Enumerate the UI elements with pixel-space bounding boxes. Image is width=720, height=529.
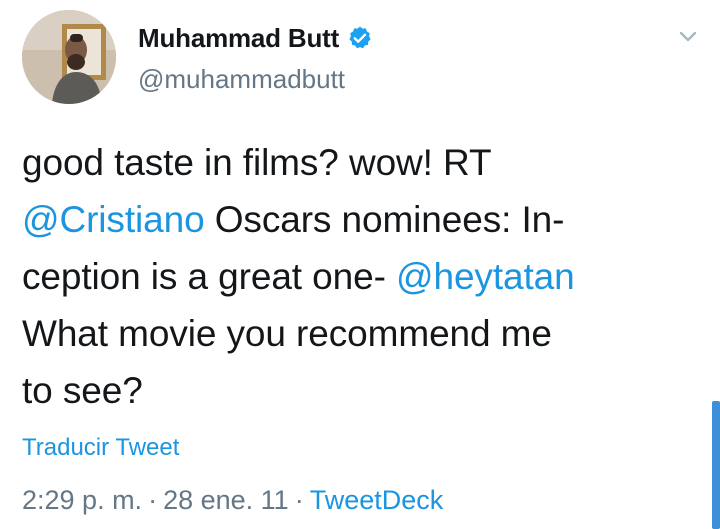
chevron-down-icon[interactable]	[675, 27, 701, 47]
tweet-text-segment: What movie you recommend me	[22, 313, 552, 354]
tweet-time[interactable]: 2:29 p. m.	[22, 485, 142, 515]
tweet-meta: 2:29 p. m. · 28 ene. 11 · TweetDeck	[22, 485, 443, 516]
tweet-text-segment: to see?	[22, 370, 143, 411]
tweet-card: Muhammad Butt @muhammadbutt good taste i…	[0, 0, 720, 529]
name-row: Muhammad Butt	[138, 20, 373, 56]
meta-separator: ·	[294, 485, 304, 515]
display-name[interactable]: Muhammad Butt	[138, 23, 339, 54]
tweet-line: to see?	[22, 362, 702, 419]
tweet-text-segment: good taste in films? wow! RT	[22, 142, 492, 183]
tweet-text-segment: ception is a great one-	[22, 256, 396, 297]
tweet-text-segment: Oscars nominees: In-	[204, 199, 565, 240]
tweet-source-link[interactable]: TweetDeck	[310, 485, 444, 515]
scrollbar-thumb[interactable]	[712, 401, 720, 529]
avatar[interactable]	[22, 10, 116, 104]
tweet-line: @Cristiano Oscars nominees: In-	[22, 191, 702, 248]
translate-tweet-link[interactable]: Traducir Tweet	[22, 434, 179, 462]
meta-separator: ·	[148, 485, 158, 515]
user-handle[interactable]: @muhammadbutt	[138, 64, 345, 95]
tweet-line: What movie you recommend me	[22, 305, 702, 362]
tweet-line: ception is a great one- @heytatan	[22, 248, 702, 305]
tweet-date[interactable]: 28 ene. 11	[163, 485, 289, 515]
tweet-line: good taste in films? wow! RT	[22, 134, 702, 191]
tweet-text: good taste in films? wow! RT @Cristiano …	[22, 134, 702, 419]
verified-badge-icon	[347, 25, 373, 51]
mention-link-heytatan[interactable]: @heytatan	[396, 256, 575, 297]
mention-link-cristiano[interactable]: @Cristiano	[22, 199, 205, 240]
